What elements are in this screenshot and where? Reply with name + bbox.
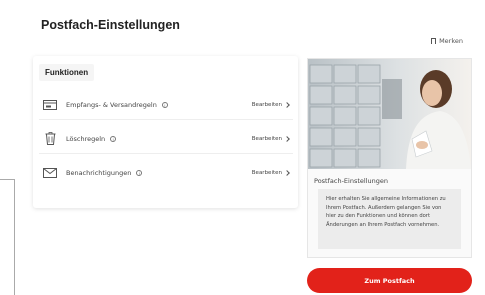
- open-mailbox-button[interactable]: Zum Postfach: [307, 268, 472, 293]
- info-icon[interactable]: i: [161, 101, 168, 108]
- edit-label: Bearbeiten: [251, 135, 282, 142]
- inbox-tray-icon: [42, 99, 58, 111]
- row-delete-rules[interactable]: Löschregeln i Bearbeiten: [39, 124, 293, 154]
- info-text: Hier erhalten Sie allgemeine Information…: [318, 189, 461, 249]
- page: Postfach-Einstellungen Merken Funktionen…: [0, 0, 485, 295]
- info-card: Postfach-Einstellungen Hier erhalten Sie…: [307, 58, 472, 258]
- bookmark-label: Merken: [439, 37, 463, 45]
- info-icon[interactable]: i: [136, 170, 143, 176]
- edit-label: Bearbeiten: [251, 101, 282, 108]
- edit-link[interactable]: Bearbeiten: [251, 135, 290, 142]
- row-notifications[interactable]: Benachrichtigungen i Bearbeiten: [39, 158, 293, 188]
- row-receive-send-rules[interactable]: Empfangs- & Versandregeln i Bearbeiten: [39, 90, 293, 120]
- functions-card: Funktionen Empfangs- & Versandregeln i B…: [33, 56, 298, 208]
- chevron-right-icon: [284, 135, 290, 142]
- row-label: Empfangs- & Versandregeln: [66, 100, 157, 109]
- trash-icon: [42, 132, 58, 145]
- edit-link[interactable]: Bearbeiten: [251, 170, 290, 176]
- envelope-icon: [42, 167, 58, 179]
- info-icon[interactable]: i: [110, 135, 117, 142]
- row-label: Löschregeln: [66, 134, 106, 143]
- edit-link[interactable]: Bearbeiten: [251, 101, 290, 108]
- chevron-right-icon: [284, 170, 290, 176]
- chevron-right-icon: [284, 101, 290, 108]
- bookmark-button[interactable]: Merken: [431, 37, 463, 45]
- page-title: Postfach-Einstellungen: [41, 18, 180, 32]
- row-label: Benachrichtigungen: [66, 169, 132, 177]
- bookmark-icon: [431, 38, 437, 44]
- side-connector-line-vertical: [14, 179, 15, 295]
- side-connector-line: [0, 179, 14, 180]
- info-panel-title: Postfach-Einstellungen: [314, 177, 388, 185]
- edit-label: Bearbeiten: [251, 170, 282, 176]
- mailbox-photo: [308, 59, 471, 169]
- functions-heading: Funktionen: [39, 64, 95, 81]
